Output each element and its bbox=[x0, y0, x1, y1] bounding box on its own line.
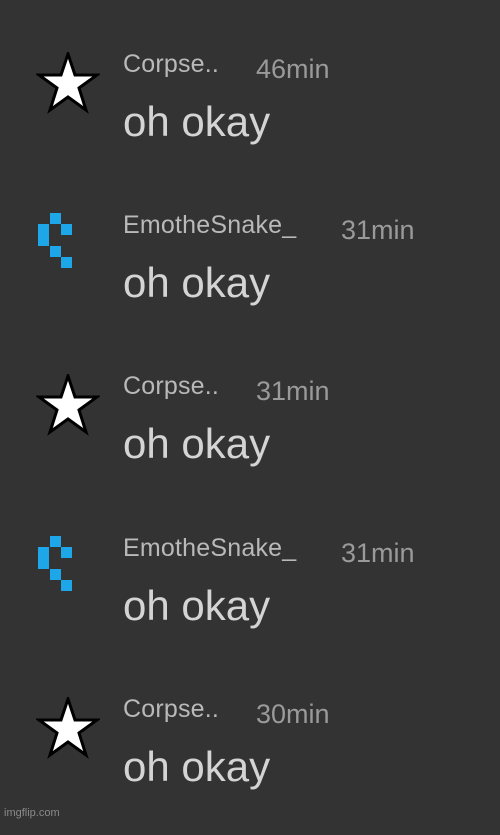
timestamp: 46min bbox=[256, 54, 330, 84]
username[interactable]: Corpse.. bbox=[123, 695, 219, 724]
username[interactable]: Corpse.. bbox=[123, 372, 219, 401]
pixel-snake-icon[interactable] bbox=[36, 536, 100, 600]
chat-message: Corpse.. 30min oh okay bbox=[0, 695, 500, 835]
timestamp: 31min bbox=[341, 215, 415, 245]
chat-feed: Corpse.. 46min oh okay EmotheSnake_ 31mi… bbox=[0, 0, 500, 822]
pixel-snake-icon[interactable] bbox=[36, 213, 100, 277]
chat-message: Corpse.. 31min oh okay bbox=[0, 372, 500, 512]
message-text: oh okay bbox=[123, 98, 271, 145]
message-text: oh okay bbox=[123, 743, 271, 790]
timestamp: 30min bbox=[256, 699, 330, 729]
star-icon[interactable] bbox=[36, 697, 100, 761]
imgflip-watermark: imgflip.com bbox=[4, 807, 60, 819]
message-text: oh okay bbox=[123, 259, 271, 306]
username[interactable]: EmotheSnake_ bbox=[123, 211, 296, 240]
chat-message: EmotheSnake_ 31min oh okay bbox=[0, 534, 500, 674]
star-icon[interactable] bbox=[36, 374, 100, 438]
star-icon[interactable] bbox=[36, 52, 100, 116]
username[interactable]: Corpse.. bbox=[123, 50, 219, 79]
message-text: oh okay bbox=[123, 420, 271, 467]
chat-message: Corpse.. 46min oh okay bbox=[0, 50, 500, 190]
chat-message: EmotheSnake_ 31min oh okay bbox=[0, 211, 500, 351]
timestamp: 31min bbox=[341, 538, 415, 568]
timestamp: 31min bbox=[256, 376, 330, 406]
message-text: oh okay bbox=[123, 582, 271, 629]
username[interactable]: EmotheSnake_ bbox=[123, 534, 296, 563]
